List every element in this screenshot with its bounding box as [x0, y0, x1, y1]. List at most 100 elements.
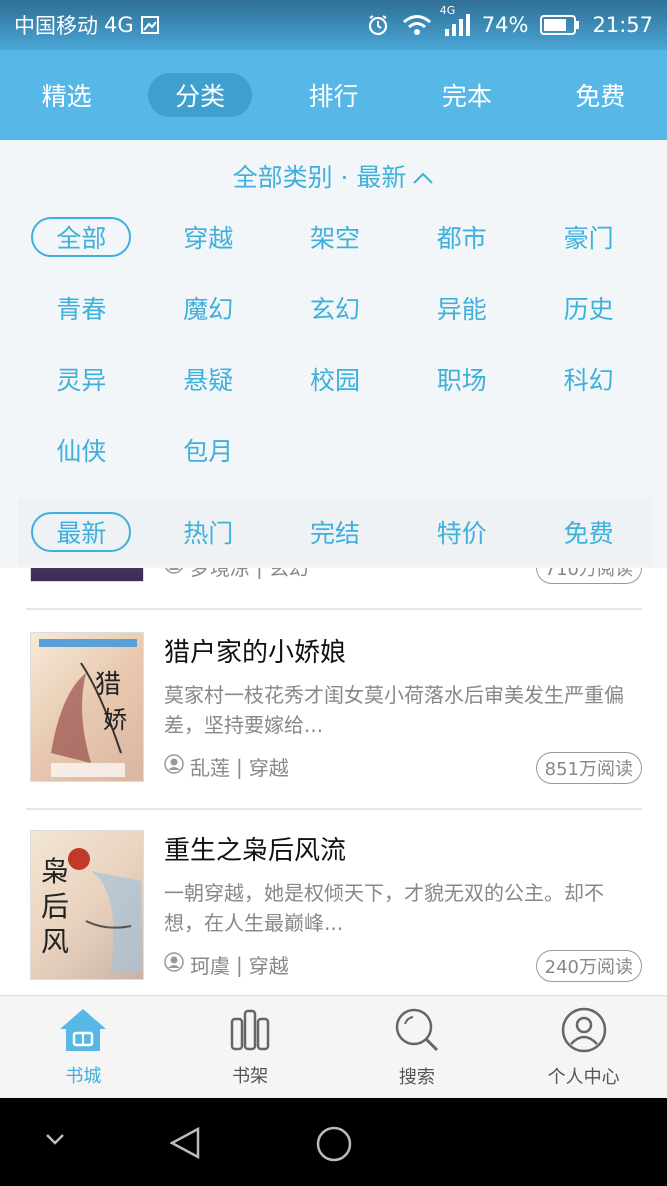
book-description: 莫家村一枝花秀才闺女莫小荷落水后审美发生严重偏差，坚持要嫁给... — [164, 683, 624, 737]
category-scifi[interactable]: 科幻 — [525, 354, 652, 404]
tab-ranking[interactable]: 排行 — [281, 73, 385, 117]
category-superpower[interactable]: 异能 — [398, 283, 525, 333]
sort-label: 热门 — [183, 519, 234, 548]
category-label: 青春 — [56, 295, 107, 324]
book-title[interactable]: 猎户家的小娇娘 — [164, 632, 346, 669]
cover-title-art: 枭 — [41, 855, 69, 888]
tab-completed[interactable]: 完本 — [415, 73, 519, 117]
chevron-up-icon — [412, 162, 434, 191]
book-category: 穿越 — [248, 756, 289, 780]
bookshelf-icon — [227, 1007, 273, 1058]
nav-bookstore[interactable]: 书城 — [0, 996, 167, 1098]
category-label: 历史 — [563, 295, 614, 324]
battery-percent: 74% — [481, 13, 529, 37]
category-label: 架空 — [309, 224, 360, 253]
category-label: 包月 — [183, 437, 234, 466]
category-label: 穿越 — [183, 224, 234, 253]
list-item[interactable]: 枭 后 风 重生之枭后风流 一朝穿越，她是权倾天下，才貌无双的公主。却不想，在人… — [26, 808, 642, 995]
svg-text:娇: 娇 — [103, 706, 127, 734]
category-all[interactable]: 全部 — [18, 212, 145, 262]
book-cover: 猎 娇 — [30, 632, 144, 782]
wifi-icon — [402, 14, 432, 36]
category-label: 职场 — [436, 366, 487, 395]
network-label: 4G — [104, 13, 134, 37]
category-filter-panel: 全部类别 · 最新 全部 穿越 架空 都市 豪门 青春 魔幻 玄幻 异能 历史 … — [0, 140, 667, 568]
author-name: 珂虞 — [190, 954, 230, 978]
category-campus[interactable]: 校园 — [272, 354, 399, 404]
read-count-badge: 240万阅读 — [535, 950, 642, 982]
book-cover: 枭 后 风 — [30, 830, 144, 980]
data-badge: 4G — [439, 4, 456, 17]
category-youth[interactable]: 青春 — [18, 283, 145, 333]
category-label: 异能 — [436, 295, 487, 324]
sort-row: 最新 热门 完结 特价 免费 — [18, 498, 652, 566]
category-label: 都市 — [436, 224, 487, 253]
tab-category[interactable]: 分类 — [148, 73, 253, 117]
nav-search[interactable]: 搜索 — [334, 996, 501, 1098]
book-category: 穿越 — [248, 954, 289, 978]
category-monthly[interactable]: 包月 — [145, 425, 272, 475]
book-list: 梦境凉 | 玄幻 710万阅读 猎 娇 猎户家的小娇娘 莫家村一枝花秀才闺女莫小… — [0, 545, 667, 995]
alarm-icon — [366, 13, 390, 37]
category-fantasy[interactable]: 玄幻 — [272, 283, 399, 333]
carrier-label: 中国移动 — [14, 14, 98, 38]
author-icon — [164, 754, 184, 779]
category-history[interactable]: 历史 — [525, 283, 652, 333]
category-wealthy-family[interactable]: 豪门 — [525, 212, 652, 262]
category-alt-history[interactable]: 架空 — [272, 212, 399, 262]
back-icon[interactable] — [168, 1126, 202, 1160]
meta-separator: | — [236, 754, 243, 779]
search-icon — [393, 1006, 441, 1059]
category-label: 玄幻 — [309, 295, 360, 324]
cover-title-art: 猎 — [95, 670, 121, 700]
author-icon — [164, 952, 184, 977]
book-meta: 珂虞 | 穿越 — [164, 950, 289, 979]
nav-bookshelf[interactable]: 书架 — [167, 996, 334, 1098]
battery-icon — [540, 14, 580, 36]
filter-header[interactable]: 全部类别 · 最新 — [0, 140, 667, 212]
sort-free[interactable]: 免费 — [525, 498, 652, 566]
filter-summary: 全部类别 · 最新 — [232, 163, 407, 192]
user-icon — [560, 1006, 608, 1059]
meta-separator: | — [236, 952, 243, 977]
read-count-badge: 851万阅读 — [535, 752, 642, 784]
category-time-travel[interactable]: 穿越 — [145, 212, 272, 262]
status-bar: 中国移动 4G 4G 74% 21:57 — [0, 0, 667, 50]
nav-label: 书城 — [65, 1065, 102, 1087]
tab-featured[interactable]: 精选 — [15, 73, 119, 117]
category-label: 校园 — [309, 366, 360, 395]
sort-label: 最新 — [31, 512, 132, 552]
category-supernatural[interactable]: 灵异 — [18, 354, 145, 404]
system-nav-bar — [0, 1098, 667, 1186]
signal-icon: 4G — [440, 4, 470, 36]
sort-completed[interactable]: 完结 — [272, 498, 399, 566]
category-workplace[interactable]: 职场 — [398, 354, 525, 404]
sort-label: 完结 — [309, 519, 360, 548]
sort-label: 特价 — [436, 519, 487, 548]
book-description: 一朝穿越，她是权倾天下，才貌无双的公主。却不想，在人生最巅峰... — [164, 881, 604, 935]
svg-text:后: 后 — [41, 890, 69, 923]
home-icon — [58, 1007, 108, 1058]
tab-free[interactable]: 免费 — [548, 73, 652, 117]
category-xianxia[interactable]: 仙侠 — [18, 425, 145, 475]
chevron-down-icon[interactable] — [44, 1132, 66, 1146]
home-circle-icon[interactable] — [315, 1125, 353, 1163]
clock: 21:57 — [592, 13, 653, 37]
category-label: 科幻 — [563, 366, 614, 395]
sort-label: 免费 — [563, 519, 614, 548]
image-icon — [140, 15, 160, 35]
sort-popular[interactable]: 热门 — [145, 498, 272, 566]
book-title[interactable]: 重生之枭后风流 — [164, 830, 346, 867]
category-label: 全部 — [31, 217, 132, 257]
category-urban[interactable]: 都市 — [398, 212, 525, 262]
category-grid: 全部 穿越 架空 都市 豪门 青春 魔幻 玄幻 异能 历史 灵异 悬疑 校园 职… — [0, 212, 667, 475]
sort-latest[interactable]: 最新 — [18, 498, 145, 566]
category-suspense[interactable]: 悬疑 — [145, 354, 272, 404]
svg-text:风: 风 — [41, 925, 69, 958]
category-label: 灵异 — [56, 366, 107, 395]
list-item[interactable]: 猎 娇 猎户家的小娇娘 莫家村一枝花秀才闺女莫小荷落水后审美发生严重偏差，坚持要… — [26, 610, 642, 810]
category-label: 豪门 — [563, 224, 614, 253]
nav-profile[interactable]: 个人中心 — [500, 996, 667, 1098]
category-magic[interactable]: 魔幻 — [145, 283, 272, 333]
sort-discount[interactable]: 特价 — [398, 498, 525, 566]
